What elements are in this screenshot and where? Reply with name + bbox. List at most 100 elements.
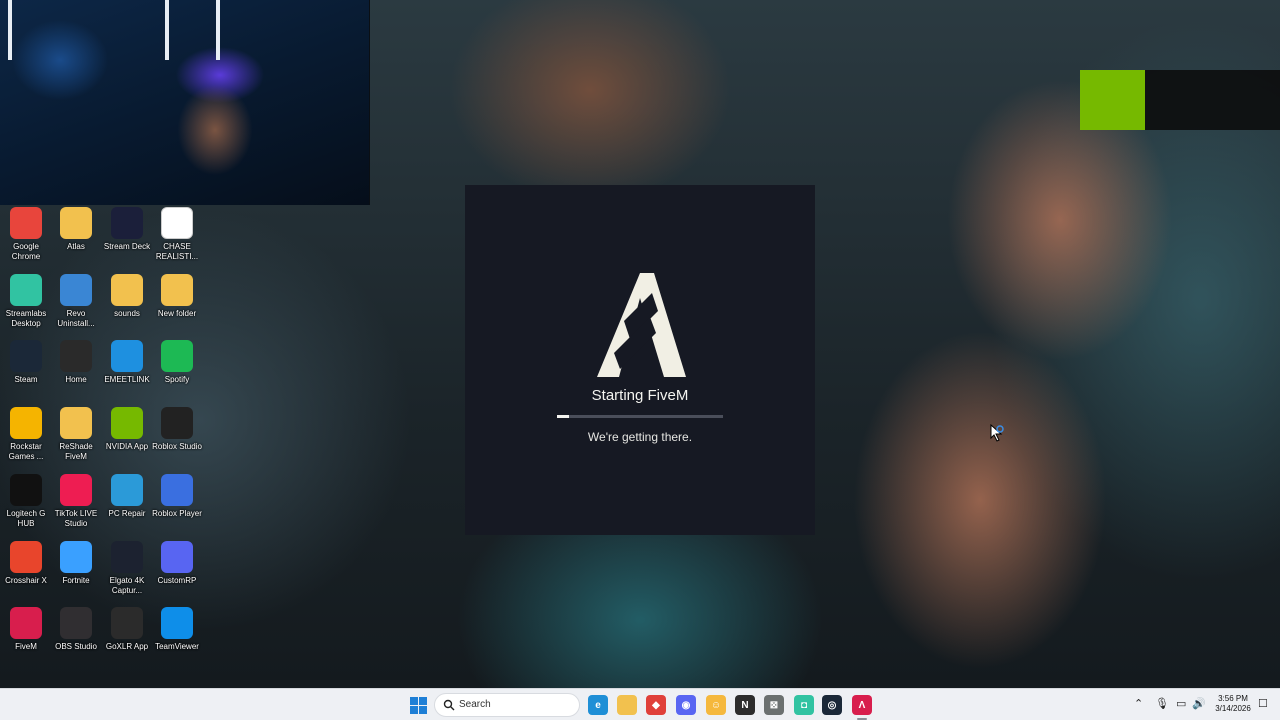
desktop-icon-label: ReShade FiveM (59, 442, 93, 462)
desktop-icon[interactable]: Crosshair X (0, 540, 52, 586)
roblox-studio-icon (161, 407, 193, 440)
desktop-icon[interactable]: Steam (0, 340, 52, 385)
desktop-icon[interactable]: Roblox Player (151, 473, 203, 519)
microphone-icon[interactable]: 🎙 (1155, 697, 1169, 710)
desktop-icon[interactable]: CustomRP (151, 540, 203, 586)
desktop-icon-label: Spotify (164, 375, 190, 385)
webcam-light (165, 0, 169, 60)
desktop-icon-label: New folder (157, 308, 197, 318)
desktop-icon[interactable]: ReShade FiveM (50, 407, 102, 462)
desktop-icon[interactable]: EMEETLINK (101, 340, 153, 385)
desktop-icon-label: Google Chrome (11, 242, 41, 261)
folder-icon[interactable] (617, 695, 637, 715)
taskbar: Search e ◆ ◉ ☺ N ⊠ ◘ ◎ Λ ⌃ 🎙 ▭ 🔊 3:56 PM 3/14/20… (0, 688, 1280, 720)
chevron-up-icon[interactable]: ⌃ (1134, 697, 1143, 710)
desktop-icon-label: Logitech G HUB (6, 508, 46, 528)
crosshair-icon (10, 540, 42, 573)
teamviewer-icon (161, 607, 193, 640)
fivem-icon[interactable]: Λ (852, 695, 872, 715)
desktop-icon-label: EMEETLINK (104, 375, 150, 385)
desktop-icon-label: Rockstar Games ... (8, 442, 44, 462)
desktop-icon[interactable]: Logitech G HUB (0, 473, 52, 529)
desktop-icon-label: Elgato 4K Captur... (109, 575, 145, 595)
discord-icon[interactable]: ◉ (676, 695, 696, 715)
streamlabs-icon[interactable]: ◘ (794, 695, 814, 715)
desktop-icon[interactable]: Spotify (151, 340, 203, 385)
logitech-icon (10, 473, 42, 506)
stream-deck-icon (111, 207, 143, 239)
fivem-loading-dialog: Starting FiveM We're getting there. (465, 185, 815, 535)
desktop-icon[interactable]: FiveM (0, 607, 52, 652)
dialog-status: We're getting there. (587, 430, 693, 444)
desktop-icon-label: Steam (14, 375, 38, 385)
elgato-icon (111, 540, 143, 573)
edge-icon[interactable]: e (588, 695, 608, 715)
steam-icon (10, 340, 42, 373)
goxlr-icon (111, 607, 143, 640)
folder-icon (60, 207, 92, 239)
desktop-icon[interactable]: NVIDIA App (101, 407, 153, 452)
desktop-icon[interactable]: Elgato 4K Captur... (101, 540, 153, 596)
desktop-icon[interactable]: TeamViewer (151, 607, 203, 652)
emoji-app-icon[interactable]: ☺ (706, 695, 726, 715)
desktop-icon-label: TikTok LIVE Studio (54, 508, 98, 528)
desktop-icon-label: Streamlabs Desktop (5, 308, 47, 328)
desktop-icon[interactable]: sounds (101, 273, 153, 319)
volume-icon[interactable]: 🔊 (1192, 697, 1206, 710)
progress-fill (557, 415, 569, 418)
desktop-icon[interactable]: Streamlabs Desktop (0, 273, 52, 329)
network-icon[interactable]: ▭ (1176, 697, 1186, 710)
fivem-icon (10, 607, 42, 640)
mouse-cursor-icon (990, 424, 1004, 442)
desktop-icon[interactable]: PC Repair (101, 473, 153, 519)
desktop-icon[interactable]: Google Chrome (0, 207, 52, 262)
desktop-icon-label: TeamViewer (155, 642, 199, 652)
desktop-icon[interactable]: Home (50, 340, 102, 385)
tiktok-icon (60, 473, 92, 506)
desktop-icon[interactable]: Rockstar Games ... (0, 407, 52, 462)
desktop-icon-label: GoXLR App (105, 642, 149, 652)
folder-icon (161, 273, 193, 306)
desktop-icon[interactable]: Atlas (50, 207, 102, 252)
desktop-icon[interactable]: Stream Deck (101, 207, 153, 252)
chrome-icon (10, 207, 42, 239)
taskbar-clock[interactable]: 3:56 PM 3/14/2026 (1208, 694, 1258, 714)
fivem-logo-icon (597, 273, 686, 377)
streamlabs-icon (10, 273, 42, 306)
home-app-icon (60, 340, 92, 373)
folder-icon (111, 273, 143, 306)
desktop-icon-label: CHASE REALISTI... (155, 242, 199, 261)
desktop-icon[interactable]: TikTok LIVE Studio (50, 473, 102, 529)
roblox-player-icon (161, 473, 193, 506)
progress-bar (557, 415, 723, 418)
desktop-icon-label: Stream Deck (103, 242, 151, 251)
desktop-icon[interactable]: GoXLR App (101, 607, 153, 652)
desktop-icon-label: Crosshair X (5, 575, 47, 585)
desktop-icon[interactable]: Revo Uninstall... (50, 273, 102, 329)
spotify-icon (161, 340, 193, 373)
desktop-icon[interactable]: OBS Studio (50, 607, 102, 652)
excel-icon[interactable]: ⊠ (764, 695, 784, 715)
steam-icon[interactable]: ◎ (822, 695, 842, 715)
notification-icon[interactable]: ☐ (1258, 697, 1268, 710)
desktop-icon-label: OBS Studio (55, 642, 97, 652)
nvidia-overlay-badge (1080, 70, 1145, 130)
red-app-icon[interactable]: ◆ (646, 695, 666, 715)
desktop-icon-label: Roblox Player (152, 508, 202, 518)
webcam-overlay (0, 0, 370, 205)
desktop-icon-label: FiveM (15, 642, 37, 652)
taskbar-search-box[interactable]: Search (434, 693, 580, 717)
nvidia-icon (111, 407, 143, 440)
desktop-icon[interactable]: New folder (151, 273, 203, 319)
nvidia-overlay-panel (1145, 70, 1280, 130)
desktop-icon[interactable]: CHASE REALISTI... (151, 207, 203, 262)
desktop-icon-label: PC Repair (108, 508, 146, 518)
desktop-icon-label: Roblox Studio (152, 442, 202, 452)
notion-icon[interactable]: N (735, 695, 755, 715)
desktop-icon[interactable]: Roblox Studio (151, 407, 203, 452)
document-icon (161, 207, 193, 239)
windows-start-button[interactable] (410, 697, 427, 714)
clock-time: 3:56 PM (1218, 694, 1248, 703)
desktop-icon[interactable]: Fortnite (50, 540, 102, 586)
clock-date: 3/14/2026 (1215, 704, 1251, 713)
